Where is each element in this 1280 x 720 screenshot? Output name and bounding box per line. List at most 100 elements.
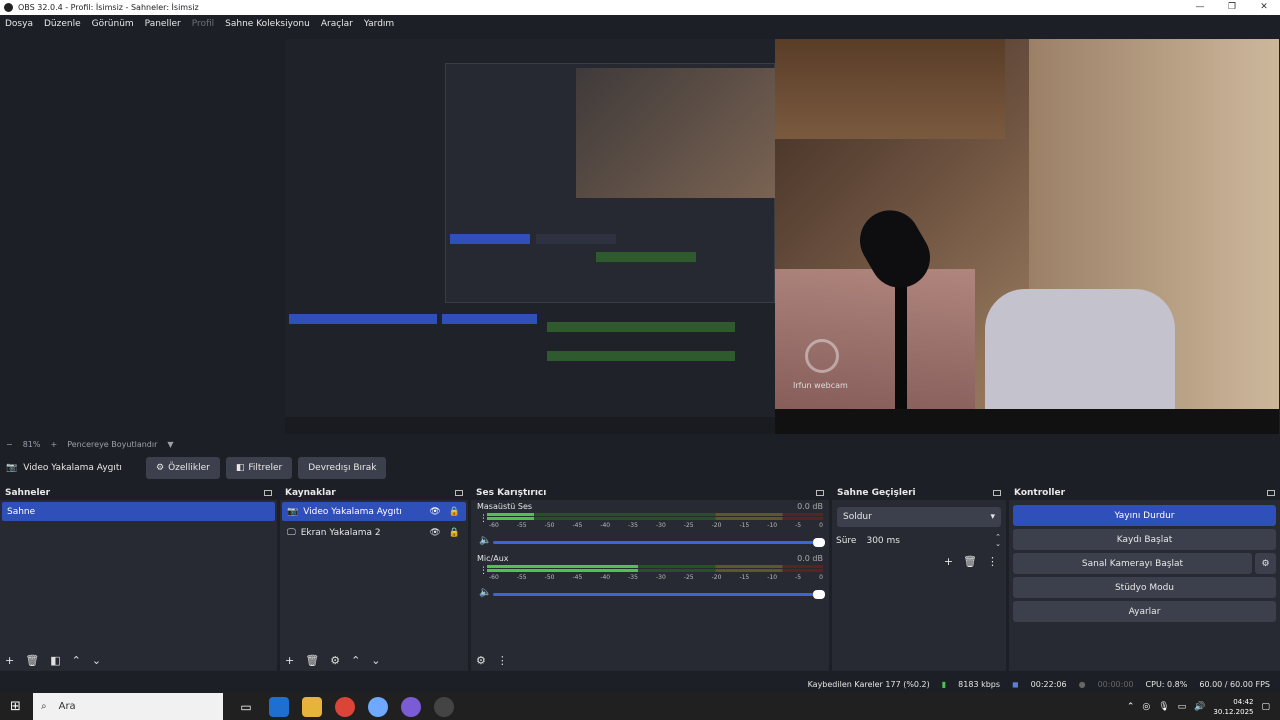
studio-mode-button[interactable]: Stüdyo Modu: [1013, 577, 1276, 598]
move-down-icon[interactable]: ⌄: [92, 654, 101, 667]
menu-sahne-koleksiyonu[interactable]: Sahne Koleksiyonu: [225, 19, 310, 29]
transition-select[interactable]: Soldur ▾: [837, 507, 1001, 527]
menu-paneller[interactable]: Paneller: [145, 19, 181, 29]
fit-to-window[interactable]: Pencereye Boyutlandır: [67, 440, 157, 449]
filters-button[interactable]: ◧ Filtreler: [225, 457, 293, 479]
scene-item-label: Sahne: [7, 506, 36, 517]
visibility-eye-icon[interactable]: 👁: [429, 507, 440, 517]
undock-icon[interactable]: [816, 489, 824, 496]
menu-yardim[interactable]: Yardım: [364, 19, 394, 29]
start-record-button[interactable]: Kaydı Başlat: [1013, 529, 1276, 550]
remove-source-icon[interactable]: 🗑: [305, 654, 319, 667]
outlook-icon[interactable]: [269, 696, 289, 717]
status-bar: Kaybedilen Kareler 177 (%0.2) ▮ 8183 kbp…: [0, 675, 1280, 693]
meter-tick-label: -35: [628, 574, 638, 581]
volume-meter: [487, 565, 823, 568]
deactivate-button[interactable]: Devredışı Bırak: [298, 457, 387, 479]
notification-icon[interactable]: ▢: [1261, 702, 1270, 712]
scenes-dock: Sahneler Sahne + 🗑 ◧ ⌃ ⌄: [0, 485, 277, 671]
mic-icon[interactable]: 🎙: [1158, 702, 1169, 712]
zoom-in-button[interactable]: +: [50, 440, 57, 449]
zoom-out-button[interactable]: −: [6, 440, 13, 449]
source-properties-icon[interactable]: ⚙: [330, 654, 340, 667]
volume-slider[interactable]: [493, 590, 825, 599]
properties-button[interactable]: ⚙ Özellikler: [146, 457, 220, 479]
preview-canvas[interactable]: Irfun webcam: [285, 39, 1279, 434]
close-button[interactable]: ✕: [1248, 0, 1280, 15]
taskbar-search[interactable]: ⌕ Ara: [33, 693, 223, 720]
speaker-icon[interactable]: 🔈: [479, 587, 491, 598]
speaker-icon[interactable]: 🔈: [479, 535, 491, 546]
slider-knob[interactable]: [813, 538, 825, 547]
move-down-icon[interactable]: ⌄: [371, 654, 380, 667]
add-transition-icon[interactable]: +: [944, 555, 953, 568]
spinner-icon[interactable]: ⌃ ⌄: [995, 534, 1001, 548]
obs-taskbar-icon[interactable]: [434, 696, 454, 717]
menu-profil[interactable]: Profil: [192, 19, 214, 29]
bitrate: 8183 kbps: [958, 679, 1001, 689]
meter-tick-label: -10: [767, 522, 778, 529]
meter-ticks: -60 -55 -50 -45 -40 -35 -30 -25 -20 -15 -10 -5 0: [489, 522, 823, 529]
scenes-footer: + 🗑 ◧ ⌃ ⌄: [0, 649, 277, 671]
scene-filters-icon[interactable]: ◧: [50, 654, 60, 667]
undock-icon[interactable]: [993, 489, 1001, 496]
volume-slider[interactable]: [493, 538, 825, 547]
mixer-header: Ses Karıştırıcı: [471, 485, 829, 500]
virtualcam-settings-gear-icon[interactable]: ⚙: [1255, 553, 1276, 574]
start-virtualcam-button[interactable]: Sanal Kamerayı Başlat: [1013, 553, 1252, 574]
nested-scene-item: [450, 234, 530, 244]
sources-header: Kaynaklar: [280, 485, 468, 500]
monitor-icon: 🖵: [287, 527, 296, 538]
menu-araclar[interactable]: Araçlar: [321, 19, 353, 29]
move-up-icon[interactable]: ⌃: [351, 654, 360, 667]
tray-app-icon[interactable]: ◎: [1142, 702, 1150, 712]
advanced-audio-icon[interactable]: ⚙: [476, 654, 486, 667]
windows-start-icon[interactable]: ⊞: [10, 699, 21, 714]
file-explorer-icon[interactable]: [302, 696, 322, 717]
remove-transition-icon[interactable]: 🗑: [963, 555, 977, 568]
undock-icon[interactable]: [1267, 489, 1275, 496]
network-icon[interactable]: ▭: [1178, 702, 1187, 712]
browser-icon[interactable]: [368, 696, 388, 717]
undock-icon[interactable]: [455, 489, 463, 496]
task-view-icon[interactable]: ▭: [236, 697, 256, 717]
meter-tick-label: -60: [489, 522, 499, 529]
meter-tick-label: -20: [711, 574, 722, 581]
webcam-view: Irfun webcam: [775, 39, 1279, 409]
chrome-icon[interactable]: [335, 696, 355, 717]
stop-stream-button[interactable]: Yayını Durdur: [1013, 505, 1276, 526]
clock[interactable]: 04:42 30.12.2025: [1213, 697, 1253, 717]
controls-dock: Kontroller Yayını Durdur Kaydı Başlat Sa…: [1009, 485, 1280, 671]
mic-arm: [895, 269, 907, 409]
settings-button[interactable]: Ayarlar: [1013, 601, 1276, 622]
move-up-icon[interactable]: ⌃: [72, 654, 81, 667]
tray-chevron-icon[interactable]: ⌃: [1127, 702, 1135, 712]
lock-icon[interactable]: 🔒: [449, 507, 460, 517]
menu-duzenle[interactable]: Düzenle: [44, 19, 81, 29]
scene-item[interactable]: Sahne: [2, 502, 275, 521]
mixer-menu-icon[interactable]: ⋮: [497, 654, 508, 667]
slider-knob[interactable]: [813, 590, 825, 599]
restore-button[interactable]: ❐: [1216, 0, 1248, 15]
lock-icon[interactable]: 🔒: [449, 528, 460, 538]
add-source-icon[interactable]: +: [285, 654, 294, 667]
duration-input[interactable]: 300 ms ⌃ ⌄: [862, 531, 1001, 551]
menu-dosya[interactable]: Dosya: [5, 19, 33, 29]
source-item[interactable]: 📷 Video Yakalama Aygıtı 👁 🔒: [282, 502, 466, 521]
source-item[interactable]: 🖵 Ekran Yakalama 2 👁 🔒: [282, 523, 466, 542]
add-scene-icon[interactable]: +: [5, 654, 14, 667]
transition-type: Soldur: [843, 512, 872, 522]
transition-menu-icon[interactable]: ⋮: [987, 555, 998, 568]
minimize-button[interactable]: —: [1184, 0, 1216, 15]
volume-icon[interactable]: 🔊: [1194, 702, 1205, 712]
zoom-dropdown-icon[interactable]: ▼: [167, 440, 173, 449]
undock-icon[interactable]: [264, 489, 272, 496]
menu-gorunum[interactable]: Görünüm: [92, 19, 134, 29]
discord-icon[interactable]: [401, 696, 421, 717]
visibility-eye-icon[interactable]: 👁: [429, 528, 440, 538]
preview-area[interactable]: Irfun webcam: [0, 33, 1280, 437]
meter-ticks: -60 -55 -50 -45 -40 -35 -30 -25 -20 -15 -10 -5 0: [489, 574, 823, 581]
remove-scene-icon[interactable]: 🗑: [25, 654, 39, 667]
meter-scale: [487, 517, 823, 520]
window-title: OBS 32.0.4 - Profil: İsimsiz - Sahneler:…: [18, 3, 199, 12]
